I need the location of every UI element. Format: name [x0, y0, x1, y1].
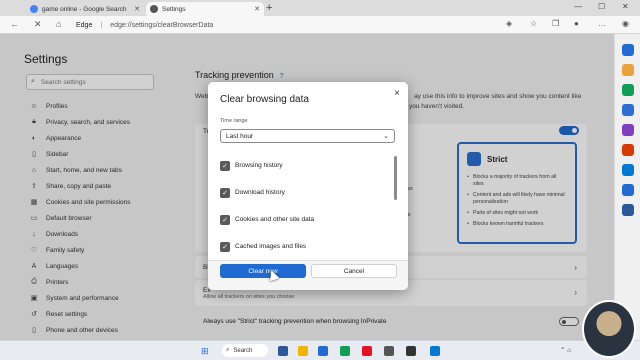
option-label: Cookies and other site data — [235, 216, 315, 223]
option-label: Browsing history — [235, 162, 283, 169]
taskbar: ⊞ ⌕ Search ⌃ ⌂ — [0, 340, 640, 360]
close-window-button[interactable]: ✕ — [622, 2, 629, 11]
url-text: edge://settings/clearBrowserData — [110, 21, 214, 29]
new-tab-button[interactable]: + — [266, 2, 272, 14]
checkbox-checked-icon[interactable]: ✓ — [220, 241, 230, 252]
option-download-history[interactable]: ✓ Download history — [220, 179, 398, 206]
copilot-icon[interactable]: ◉ — [622, 19, 629, 28]
time-range-value: Last hour — [226, 132, 254, 140]
app-icon[interactable] — [384, 346, 394, 356]
taskbar-search-label: Search — [233, 347, 253, 354]
tools-icon[interactable] — [622, 84, 634, 96]
teams-icon[interactable] — [622, 124, 634, 136]
url-field[interactable]: Edge | edge://settings/clearBrowserData — [76, 18, 496, 32]
clear-browsing-data-dialog: Clear browsing data × Time range Last ho… — [208, 82, 408, 290]
data-type-list: ✓ Browsing history ✓ Download history ✓ Coo… — [220, 152, 398, 257]
option-label: Download history — [235, 189, 285, 196]
system-tray[interactable]: ⌃ ⌂ — [560, 346, 571, 354]
google-favicon-icon — [30, 5, 38, 13]
refresh-icon[interactable]: ✕ — [34, 19, 42, 30]
tab-google-search[interactable]: game online - Google Search ✕ — [26, 2, 144, 16]
time-range-select[interactable]: Last hour ⌄ — [220, 129, 395, 143]
option-label: Cached images and files — [235, 243, 307, 250]
dialog-footer: Clear now Cancel — [208, 260, 408, 290]
maximize-button[interactable]: ☐ — [598, 2, 605, 11]
app-icon[interactable] — [430, 346, 440, 356]
address-bar: ← ✕ ⌂ Edge | edge://settings/clearBrowse… — [0, 16, 640, 34]
checkbox-checked-icon[interactable]: ✓ — [220, 214, 230, 225]
option-cookies[interactable]: ✓ Cookies and other site data — [220, 206, 398, 233]
shopping-icon[interactable] — [622, 64, 634, 76]
tab-title: game online - Google Search — [42, 5, 127, 13]
task-view-icon[interactable] — [278, 346, 288, 356]
file-explorer-icon[interactable] — [298, 346, 308, 356]
url-separator: | — [100, 21, 103, 29]
back-icon[interactable]: ← — [10, 19, 19, 29]
tracking-icon[interactable]: ◈ — [506, 19, 512, 28]
dialog-scrollbar[interactable] — [394, 156, 397, 200]
office-icon[interactable] — [622, 144, 634, 156]
checkbox-checked-icon[interactable]: ✓ — [220, 187, 230, 198]
drop-icon[interactable] — [622, 184, 634, 196]
edge-taskbar-icon[interactable] — [318, 346, 328, 356]
app-icon[interactable] — [622, 204, 634, 216]
home-icon[interactable]: ⌂ — [56, 19, 61, 29]
edge-brand-label: Edge — [76, 21, 93, 29]
tab-strip: game online - Google Search ✕ Settings ✕… — [0, 0, 640, 16]
tab-settings[interactable]: Settings ✕ — [146, 2, 264, 16]
clear-now-button[interactable]: Clear now — [220, 264, 306, 278]
edge-sidebar — [614, 34, 640, 340]
outlook-icon[interactable] — [622, 164, 634, 176]
taskbar-search[interactable]: ⌕ Search — [222, 344, 268, 357]
more-icon[interactable]: … — [598, 19, 606, 28]
time-range-label: Time range — [220, 118, 248, 124]
option-browsing-history[interactable]: ✓ Browsing history — [220, 152, 398, 179]
option-cached-images[interactable]: ✓ Cached images and files — [220, 233, 398, 257]
store-icon[interactable] — [362, 346, 372, 356]
dialog-title: Clear browsing data — [220, 94, 309, 105]
webcam-overlay — [582, 300, 636, 358]
search-icon: ⌕ — [226, 347, 230, 353]
edge-active-icon[interactable] — [340, 346, 350, 356]
settings-favicon-icon — [150, 5, 158, 13]
tab-title: Settings — [162, 5, 186, 13]
close-tab-icon[interactable]: ✕ — [254, 5, 260, 13]
search-icon[interactable] — [622, 44, 634, 56]
close-tab-icon[interactable]: ✕ — [134, 5, 140, 13]
checkbox-checked-icon[interactable]: ✓ — [220, 160, 230, 171]
games-icon[interactable] — [622, 104, 634, 116]
collections-icon[interactable]: ❐ — [552, 19, 559, 28]
cancel-button[interactable]: Cancel — [311, 264, 397, 278]
windows-start-icon[interactable]: ⊞ — [201, 346, 209, 357]
favorites-icon[interactable]: ☆ — [530, 19, 537, 28]
app-icon[interactable] — [406, 346, 416, 356]
profile-icon[interactable]: ● — [574, 19, 579, 28]
close-icon[interactable]: × — [394, 88, 400, 99]
minimize-button[interactable]: — — [574, 2, 582, 11]
chevron-down-icon: ⌄ — [383, 133, 389, 140]
